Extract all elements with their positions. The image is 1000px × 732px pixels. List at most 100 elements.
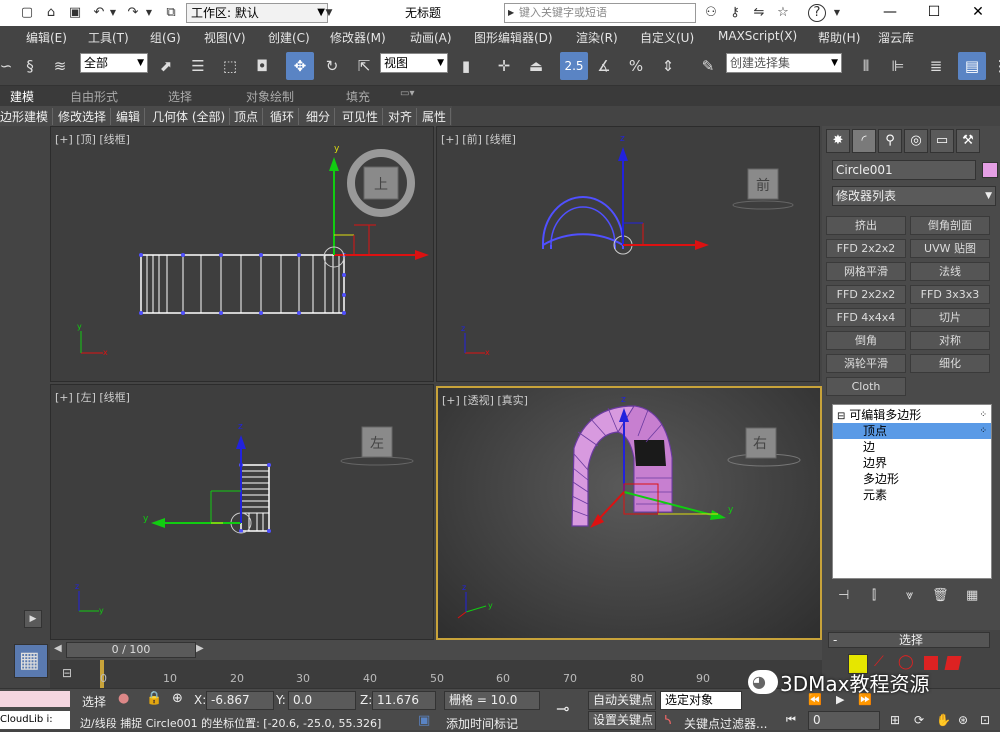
modifier-tessellate-button[interactable]: 细化	[910, 354, 990, 373]
bind-space-warp-icon[interactable]: ≋	[46, 52, 74, 80]
lock-icon[interactable]: 🔒	[146, 691, 162, 706]
modifier-bevel-profile-button[interactable]: 倒角剖面	[910, 216, 990, 235]
ribbon-item-visibility[interactable]: 可见性	[342, 108, 384, 125]
menu-cloudlib[interactable]: 溜云库	[878, 29, 914, 46]
rect-selection-icon[interactable]: ⬚	[216, 52, 244, 80]
ribbon-options-icon[interactable]: ▭▾	[400, 88, 414, 99]
ribbon-item-modify-selection[interactable]: 修改选择	[58, 108, 112, 125]
viewport-perspective[interactable]: [+] [透视] [真实] 右 z y z y	[436, 386, 822, 640]
create-tab-icon[interactable]: ✸	[826, 129, 850, 153]
layer-manager-icon[interactable]: ≣	[922, 52, 950, 80]
modifier-normal-button[interactable]: 法线	[910, 262, 990, 281]
ribbon-item-poly-modeling[interactable]: 边形建模	[0, 108, 54, 125]
modifier-chamfer-button[interactable]: 倒角	[826, 331, 906, 350]
menu-views[interactable]: 视图(V)	[204, 29, 246, 46]
ribbon-item-align[interactable]: 对齐	[388, 108, 418, 125]
select-object-icon[interactable]: ⬈	[152, 52, 180, 80]
star-icon[interactable]: ☆	[774, 4, 792, 22]
exchange-icon[interactable]: ⇋	[750, 4, 768, 22]
pin-stack-icon[interactable]: ⊣	[838, 588, 849, 603]
menu-edit[interactable]: 编辑(E)	[26, 29, 67, 46]
keyboard-shortcut-icon[interactable]: ⏏	[522, 52, 550, 80]
remove-modifier-icon[interactable]: 🗑	[932, 588, 949, 603]
named-selection-select[interactable]: 创建选择集 ▼	[726, 53, 842, 73]
key-filter-icon[interactable]: ᓴ	[664, 713, 671, 727]
x-coord-input[interactable]: -6.867	[206, 691, 274, 710]
isolate-icon[interactable]: ●	[118, 691, 129, 706]
set-key-button[interactable]: 设置关键点	[588, 711, 656, 730]
modifier-slice-button[interactable]: 切片	[910, 308, 990, 327]
edit-named-sel-icon[interactable]: ✎	[694, 52, 722, 80]
selection-rollout-header[interactable]: - 选择	[828, 632, 990, 648]
ribbon-item-loops[interactable]: 循环	[270, 108, 300, 125]
modifier-ffd444-button[interactable]: FFD 4x4x4	[826, 308, 906, 327]
select-move-icon[interactable]: ✥	[286, 52, 314, 80]
modifier-meshsmooth-button[interactable]: 网格平滑	[826, 262, 906, 281]
help-icon[interactable]: ?	[808, 4, 826, 22]
project-folder-icon[interactable]: ⧉	[162, 4, 180, 22]
select-by-name-icon[interactable]: ☰	[184, 52, 212, 80]
menu-modifiers[interactable]: 修改器(M)	[330, 29, 386, 46]
menu-tools[interactable]: 工具(T)	[88, 29, 129, 46]
viewport-top[interactable]: [+] [顶] [线框] 上 y y x	[50, 126, 434, 382]
ribbon-tab-populate[interactable]: 填充	[346, 88, 370, 105]
ribbon-item-subdivision[interactable]: 细分	[306, 108, 336, 125]
move-gizmo-left[interactable]: y z	[143, 422, 246, 528]
object-name-input[interactable]: Circle001	[832, 160, 976, 180]
mini-curve-editor-icon[interactable]: ⊟	[62, 666, 72, 680]
maxscript-input[interactable]: CloudLib i:	[0, 711, 70, 729]
menu-rendering[interactable]: 渲染(R)	[576, 29, 618, 46]
align-icon[interactable]: ⊫	[884, 52, 912, 80]
move-gizmo-top[interactable]: y	[323, 144, 429, 268]
ribbon-item-vertices[interactable]: 顶点	[234, 108, 264, 125]
stack-item-polygon[interactable]: 多边形	[833, 471, 991, 487]
goto-start-icon[interactable]: ⏮	[786, 713, 796, 727]
modifier-cloth-button[interactable]: Cloth	[826, 377, 906, 396]
menu-create[interactable]: 创建(C)	[268, 29, 310, 46]
ribbon-item-edit[interactable]: 编辑	[116, 108, 146, 125]
stack-item-vertex[interactable]: 顶点 ⁘	[833, 423, 991, 439]
selected-object-select[interactable]: 选定对象	[660, 691, 742, 710]
make-unique-icon[interactable]: ⩔	[906, 588, 913, 603]
search-input[interactable]: ▶ 键入关键字或短语	[504, 3, 696, 23]
chevron-down-icon[interactable]: ▼	[320, 4, 338, 22]
ribbon-tab-selection[interactable]: 选择	[168, 88, 192, 105]
menu-graph-editors[interactable]: 图形编辑器(D)	[474, 29, 553, 46]
unlink-icon[interactable]: §	[16, 52, 44, 80]
selection-filter-select[interactable]: 全部 ▼	[80, 53, 148, 73]
modifier-ffd333-button[interactable]: FFD 3x3x3	[910, 285, 990, 304]
undo-dropdown-icon[interactable]: ▼	[104, 4, 122, 22]
workspace-select[interactable]: 工作区: 默认 ▼	[186, 3, 328, 23]
pan-icon[interactable]: ✋	[936, 713, 951, 727]
ribbon-tab-modeling[interactable]: 建模	[10, 88, 34, 105]
percent-snap-icon[interactable]: %	[622, 52, 650, 80]
menu-customize[interactable]: 自定义(U)	[640, 29, 694, 46]
ref-coord-select[interactable]: 视图 ▼	[380, 53, 448, 73]
time-slider[interactable]: ◀ 0 / 100 ▶	[50, 640, 822, 660]
expand-strip-icon[interactable]: ▶	[24, 610, 42, 628]
orbit-subobject-icon[interactable]: ⊛	[958, 713, 968, 727]
motion-tab-icon[interactable]: ◎	[904, 129, 928, 153]
mirror-icon[interactable]: ⫴	[852, 52, 880, 80]
object-color-swatch[interactable]	[982, 162, 998, 178]
orbit-icon[interactable]: ⟳	[914, 713, 924, 727]
select-manipulate-icon[interactable]: ✛	[490, 52, 518, 80]
show-end-result-icon[interactable]: ⫿	[872, 588, 876, 603]
auto-key-button[interactable]: 自动关键点	[588, 691, 656, 710]
modifier-uvw-map-button[interactable]: UVW 贴图	[910, 239, 990, 258]
time-next-icon[interactable]: ▶	[196, 643, 204, 654]
collapse-icon[interactable]: ⊟	[837, 411, 845, 422]
z-coord-input[interactable]: 11.676	[372, 691, 436, 710]
track-bar[interactable]: ⊟ 0 10 20 30 40 50 60 70 80 90	[50, 660, 822, 688]
help-dropdown-icon[interactable]: ▼	[828, 4, 846, 22]
binoculars-icon[interactable]: ⚇	[702, 4, 720, 22]
menu-group[interactable]: 组(G)	[150, 29, 181, 46]
element-mode-icon[interactable]	[944, 656, 962, 670]
modifier-turbosmooth-button[interactable]: 涡轮平滑	[826, 354, 906, 373]
ribbon-tab-freeform[interactable]: 自由形式	[70, 88, 118, 105]
key-icon[interactable]: ⚷	[726, 4, 744, 22]
spinner-snap-icon[interactable]: ⇕	[654, 52, 682, 80]
time-prev-icon[interactable]: ◀	[54, 643, 62, 654]
maximize-viewport-icon[interactable]: ⊡	[980, 713, 990, 727]
save-icon[interactable]: ▣	[66, 4, 84, 22]
